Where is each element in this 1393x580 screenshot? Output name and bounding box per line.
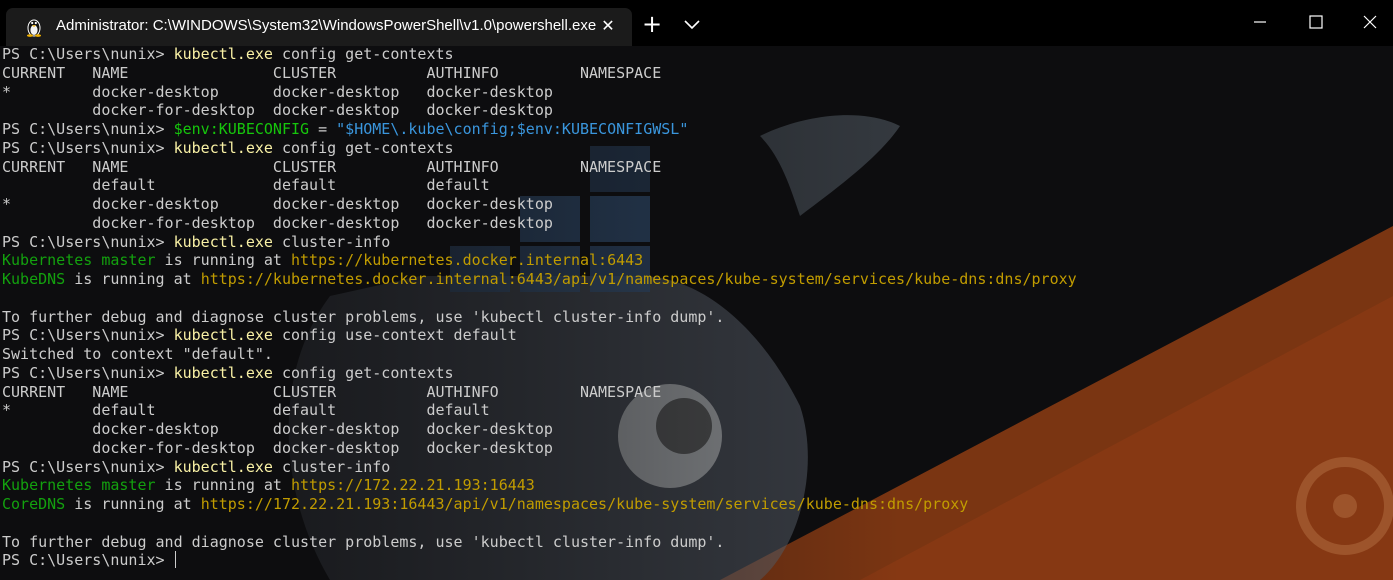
terminal-line: Kubernetes master is running at https://…	[2, 251, 1077, 270]
title-bar: Administrator: C:\WINDOWS\System32\Windo…	[0, 0, 1393, 46]
new-tab-button[interactable]: +	[640, 12, 664, 36]
terminal-line: docker-for-desktop docker-desktop docker…	[2, 214, 1077, 233]
terminal-area[interactable]: PS C:\Users\nunix> kubectl.exe config ge…	[0, 46, 1393, 580]
text-cursor	[174, 551, 176, 569]
terminal-text-segment: PS C:\Users\nunix>	[2, 551, 174, 570]
terminal-text-segment: * default default default	[2, 401, 490, 420]
chevron-down-icon[interactable]	[680, 12, 704, 36]
terminal-text-segment: KubeDNS	[2, 270, 66, 288]
terminal-line: PS C:\Users\nunix> kubectl.exe cluster-i…	[2, 458, 1077, 477]
terminal-text-segment: config get-contexts	[272, 46, 454, 63]
terminal-text-segment: * docker-desktop docker-desktop docker-d…	[2, 195, 553, 213]
close-tab-icon[interactable]: ✕	[598, 16, 618, 36]
terminal-line: docker-desktop docker-desktop docker-des…	[2, 420, 1077, 439]
terminal-text-segment: config get-contexts	[272, 363, 454, 382]
terminal-text-segment: PS C:\Users\nunix>	[2, 457, 174, 476]
terminal-line: PS C:\Users\nunix> $env:KUBECONFIG = "$H…	[2, 120, 1077, 139]
terminal-text-segment: Switched to context "default".	[2, 345, 273, 363]
terminal-line: PS C:\Users\nunix> kubectl.exe config ge…	[2, 364, 1077, 383]
terminal-text-segment: kubectl.exe	[173, 457, 273, 476]
terminal-text-segment: PS C:\Users\nunix>	[2, 46, 174, 63]
terminal-text-segment: $env:KUBECONFIG	[173, 120, 310, 138]
terminal-text-segment: docker-desktop docker-desktop docker-des…	[2, 420, 553, 438]
terminal-text-segment: PS C:\Users\nunix>	[2, 120, 174, 138]
terminal-tab[interactable]: Administrator: C:\WINDOWS\System32\Windo…	[6, 8, 632, 46]
terminal-text-segment: kubectl.exe	[173, 363, 273, 382]
terminal-line: CoreDNS is running at https://172.22.21.…	[2, 495, 1077, 514]
terminal-text-segment: config use-context default	[272, 326, 517, 345]
terminal-text-segment: is running at	[65, 270, 201, 288]
terminal-line: Switched to context "default".	[2, 345, 1077, 364]
terminal-line: PS C:\Users\nunix> kubectl.exe config us…	[2, 326, 1077, 345]
terminal-line: PS C:\Users\nunix> kubectl.exe config ge…	[2, 139, 1077, 158]
terminal-text-segment: cluster-info	[272, 232, 391, 251]
terminal-text-segment: https://172.22.21.193:16443	[291, 476, 535, 495]
tab-title: Administrator: C:\WINDOWS\System32\Windo…	[56, 17, 597, 34]
terminal-line: docker-for-desktop docker-desktop docker…	[2, 439, 1077, 458]
terminal-line: PS C:\Users\nunix> kubectl.exe cluster-i…	[2, 233, 1077, 252]
terminal-text-segment: =	[309, 120, 337, 138]
terminal-output: PS C:\Users\nunix> kubectl.exe config ge…	[2, 46, 1077, 570]
terminal-text-segment: kubectl.exe	[173, 46, 273, 63]
terminal-text-segment: kubectl.exe	[173, 326, 273, 345]
terminal-line: * default default default	[2, 401, 1077, 420]
terminal-line: * docker-desktop docker-desktop docker-d…	[2, 195, 1077, 214]
terminal-text-segment: Kubernetes master	[2, 251, 156, 270]
terminal-text-segment: docker-for-desktop docker-desktop docker…	[2, 213, 553, 232]
terminal-text-segment: To further debug and diagnose cluster pr…	[2, 307, 725, 326]
terminal-line: * docker-desktop docker-desktop docker-d…	[2, 83, 1077, 102]
terminal-line: PS C:\Users\nunix>	[2, 551, 1077, 570]
terminal-line: CURRENT NAME CLUSTER AUTHINFO NAMESPACE	[2, 383, 1077, 402]
terminal-text-segment: https://172.22.21.193:16443/api/v1/names…	[200, 495, 969, 513]
terminal-text-segment: CURRENT NAME CLUSTER AUTHINFO NAMESPACE	[2, 382, 662, 401]
terminal-line: docker-for-desktop docker-desktop docker…	[2, 101, 1077, 120]
terminal-line: KubeDNS is running at https://kubernetes…	[2, 270, 1077, 289]
terminal-text-segment: PS C:\Users\nunix>	[2, 138, 174, 157]
terminal-text-segment: config get-contexts	[272, 138, 454, 157]
terminal-text-segment: https://kubernetes.docker.internal:6443/…	[200, 270, 1077, 288]
maximize-icon[interactable]	[1304, 10, 1328, 34]
terminal-text-segment: is running at	[155, 251, 291, 270]
terminal-text-segment: https://kubernetes.docker.internal:6443	[291, 251, 644, 270]
terminal-line: Kubernetes master is running at https://…	[2, 476, 1077, 495]
terminal-text-segment: is running at	[155, 476, 291, 495]
terminal-text-segment: docker-for-desktop docker-desktop docker…	[2, 101, 553, 120]
linux-tux-icon	[27, 19, 41, 37]
terminal-line: PS C:\Users\nunix> kubectl.exe config ge…	[2, 46, 1077, 64]
minimize-icon[interactable]	[1248, 10, 1272, 34]
terminal-text-segment: PS C:\Users\nunix>	[2, 232, 174, 251]
terminal-text-segment: CURRENT NAME CLUSTER AUTHINFO NAMESPACE	[2, 157, 662, 176]
terminal-text-segment: * docker-desktop docker-desktop docker-d…	[2, 82, 553, 101]
terminal-line: To further debug and diagnose cluster pr…	[2, 533, 1077, 552]
terminal-text-segment: cluster-info	[272, 457, 391, 476]
close-window-icon[interactable]	[1358, 10, 1382, 34]
terminal-text-segment: CURRENT NAME CLUSTER AUTHINFO NAMESPACE	[2, 63, 662, 82]
terminal-text-segment: To further debug and diagnose cluster pr…	[2, 532, 725, 551]
terminal-text-segment: PS C:\Users\nunix>	[2, 326, 174, 345]
terminal-line: To further debug and diagnose cluster pr…	[2, 308, 1077, 327]
terminal-text-segment: kubectl.exe	[173, 138, 273, 157]
terminal-line: CURRENT NAME CLUSTER AUTHINFO NAMESPACE	[2, 64, 1077, 83]
terminal-text-segment: default default default	[2, 176, 490, 195]
terminal-text-segment: docker-for-desktop docker-desktop docker…	[2, 438, 553, 457]
terminal-line: default default default	[2, 176, 1077, 195]
terminal-text-segment: Kubernetes master	[2, 476, 156, 495]
terminal-line: CURRENT NAME CLUSTER AUTHINFO NAMESPACE	[2, 158, 1077, 177]
terminal-text-segment: PS C:\Users\nunix>	[2, 363, 174, 382]
terminal-text-segment: CoreDNS	[2, 495, 66, 513]
terminal-text-segment: kubectl.exe	[173, 232, 273, 251]
terminal-text-segment: is running at	[65, 495, 201, 513]
terminal-text-segment: "$HOME\.kube\config;$env:KUBECONFIGWSL"	[336, 120, 689, 138]
